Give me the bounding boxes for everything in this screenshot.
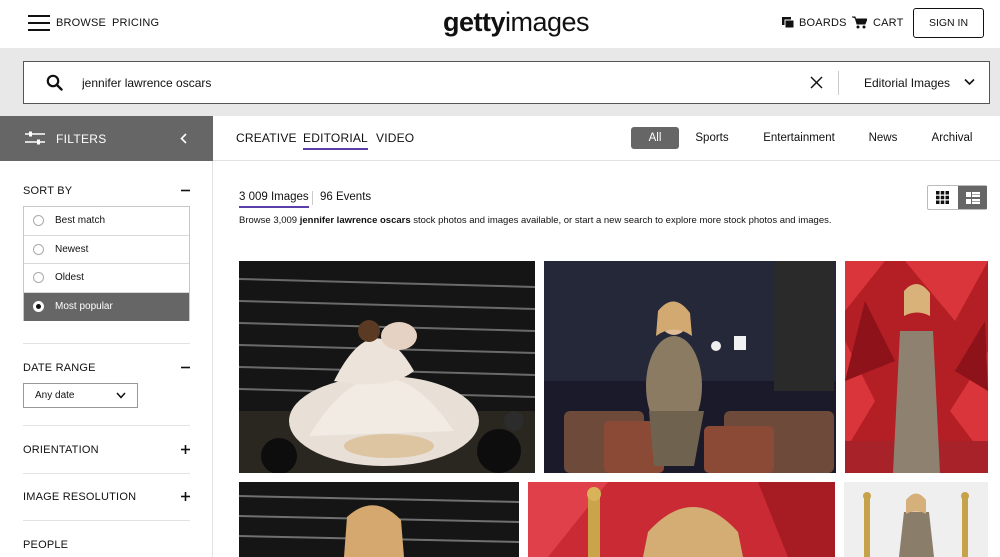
chevron-down-icon	[964, 78, 975, 86]
view-mode-toggle	[927, 185, 987, 210]
events-count-tab[interactable]: 96 Events	[320, 191, 371, 206]
category-archival[interactable]: Archival	[923, 127, 981, 149]
sort-option-label: Most popular	[55, 300, 113, 312]
date-range-value: Any date	[35, 390, 75, 401]
mosaic-view-button[interactable]	[958, 186, 987, 209]
category-entertainment[interactable]: Entertainment	[753, 127, 845, 149]
section-divider	[23, 473, 190, 474]
gettyimages-logo[interactable]: gettyimages	[443, 7, 590, 38]
pricing-link[interactable]: PRICING	[112, 17, 159, 29]
sort-option-label: Newest	[55, 243, 89, 255]
images-count-tab[interactable]: 3 009 Images	[239, 191, 309, 208]
radio-button[interactable]	[33, 243, 44, 255]
sort-option-label: Oldest	[55, 272, 84, 283]
chevron-left-icon[interactable]	[180, 133, 187, 144]
close-icon[interactable]	[810, 76, 823, 89]
date-range-dropdown[interactable]: Any date	[23, 383, 138, 408]
sort-option-label: Best match	[55, 215, 106, 226]
sort-by-title: SORT BY	[23, 185, 73, 197]
logo-light-text: images	[505, 7, 590, 37]
tab-creative[interactable]: CREATIVE	[236, 131, 297, 148]
section-divider	[23, 425, 190, 426]
radio-button[interactable]	[33, 215, 44, 226]
result-image[interactable]	[239, 482, 519, 557]
sort-option-best-match[interactable]: Best match	[24, 207, 189, 236]
browse-suffix: stock photos and images available, or st…	[410, 215, 832, 226]
result-image[interactable]	[239, 261, 535, 473]
orientation-title[interactable]: ORIENTATION	[23, 444, 99, 456]
search-input[interactable]	[82, 72, 782, 94]
image-type-label: Editorial Images	[864, 76, 951, 90]
boards-link[interactable]: BOARDS	[799, 17, 847, 29]
logo-bold-text: getty	[443, 7, 506, 37]
tab-editorial[interactable]: EDITORIAL	[303, 131, 368, 150]
photo-white-gown-stairs	[239, 261, 535, 473]
filters-toggle[interactable]: FILTERS	[0, 116, 213, 161]
boards-icon[interactable]	[782, 17, 794, 28]
sort-option-newest[interactable]: Newest	[24, 235, 189, 264]
people-title[interactable]: PEOPLE	[23, 539, 68, 551]
photo-closeup-oscar-statue	[528, 482, 835, 557]
browse-link[interactable]: BROWSE	[56, 17, 106, 29]
photo-gown-audience	[239, 482, 519, 557]
plus-icon[interactable]	[181, 445, 190, 454]
date-range-title: DATE RANGE	[23, 362, 96, 374]
minus-icon[interactable]	[181, 363, 190, 372]
minus-icon[interactable]	[181, 186, 190, 195]
category-all[interactable]: All	[631, 127, 679, 149]
sort-option-oldest[interactable]: Oldest	[24, 264, 189, 293]
browse-query: jennifer lawrence oscars	[299, 215, 411, 226]
sign-in-button[interactable]: SIGN IN	[913, 8, 984, 38]
filters-title: FILTERS	[56, 132, 107, 146]
category-news[interactable]: News	[861, 127, 905, 149]
browse-prefix: Browse 3,009	[239, 215, 300, 226]
shopping-cart-icon[interactable]	[852, 16, 867, 29]
grid-view-button[interactable]	[928, 186, 957, 209]
section-divider	[23, 343, 190, 344]
cart-link[interactable]: CART	[873, 17, 904, 29]
search-band: Editorial Images	[0, 48, 1000, 116]
radio-button-selected[interactable]	[33, 300, 44, 312]
sort-options: Best match Newest Oldest Most popular	[23, 206, 190, 321]
chevron-down-icon	[116, 392, 126, 399]
radio-button[interactable]	[33, 272, 44, 283]
image-type-dropdown[interactable]: Editorial Images	[839, 62, 990, 103]
result-image[interactable]	[845, 261, 988, 473]
result-image[interactable]	[844, 482, 988, 557]
filters-sidebar: SORT BY Best match Newest Oldest Most po…	[0, 161, 213, 557]
tab-video[interactable]: VIDEO	[376, 131, 414, 148]
photo-sequin-dress-seats	[544, 261, 836, 473]
sliders-icon	[25, 131, 45, 145]
photo-oscar-statues-backdrop	[844, 482, 988, 557]
sort-option-most-popular[interactable]: Most popular	[24, 292, 189, 321]
result-image[interactable]	[544, 261, 836, 473]
mosaic-view-icon	[965, 191, 980, 204]
results-description: Browse 3,009 jennifer lawrence oscars st…	[239, 215, 832, 226]
grid-view-icon	[936, 191, 949, 204]
content-type-tabs: CREATIVE EDITORIAL VIDEO All Sports Ente…	[213, 116, 1000, 161]
hamburger-menu-icon[interactable]	[28, 15, 50, 31]
photo-red-carpet-gown	[845, 261, 988, 473]
top-navigation: BROWSE PRICING gettyimages BOARDS CART S…	[0, 0, 1000, 48]
search-icon[interactable]	[46, 74, 63, 91]
category-sports[interactable]: Sports	[687, 127, 737, 149]
search-box: Editorial Images	[23, 61, 990, 104]
image-resolution-title[interactable]: IMAGE RESOLUTION	[23, 491, 136, 503]
result-image[interactable]	[528, 482, 835, 557]
count-separator	[312, 191, 313, 205]
section-divider	[23, 520, 190, 521]
plus-icon[interactable]	[181, 492, 190, 501]
